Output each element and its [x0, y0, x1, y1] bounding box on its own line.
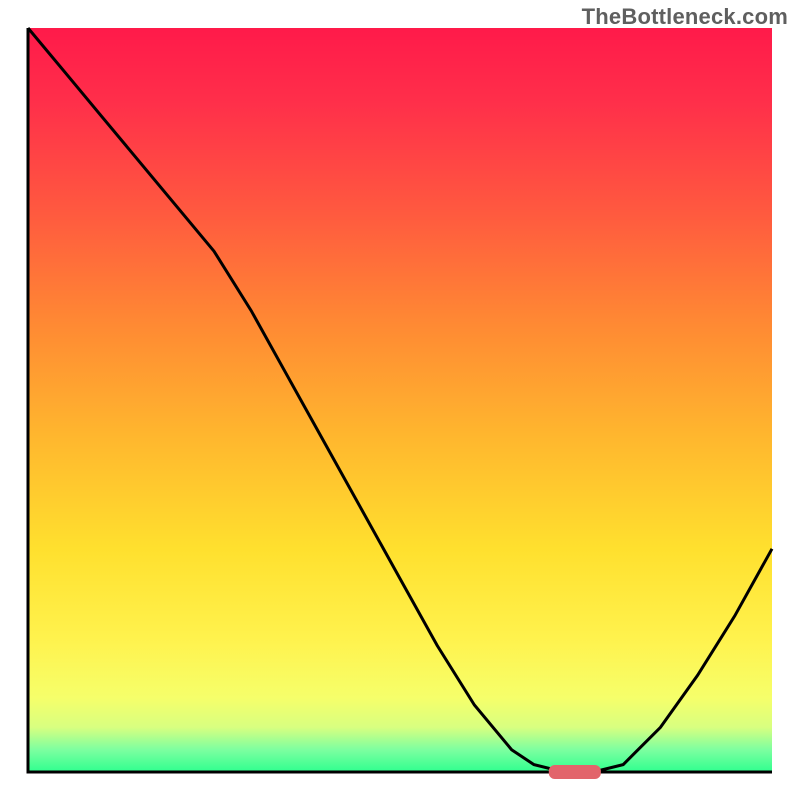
- watermark-text: TheBottleneck.com: [582, 4, 788, 30]
- chart-canvas: TheBottleneck.com: [0, 0, 800, 800]
- chart-svg: [0, 0, 800, 800]
- optimal-marker: [549, 765, 601, 779]
- plot-background: [28, 28, 772, 772]
